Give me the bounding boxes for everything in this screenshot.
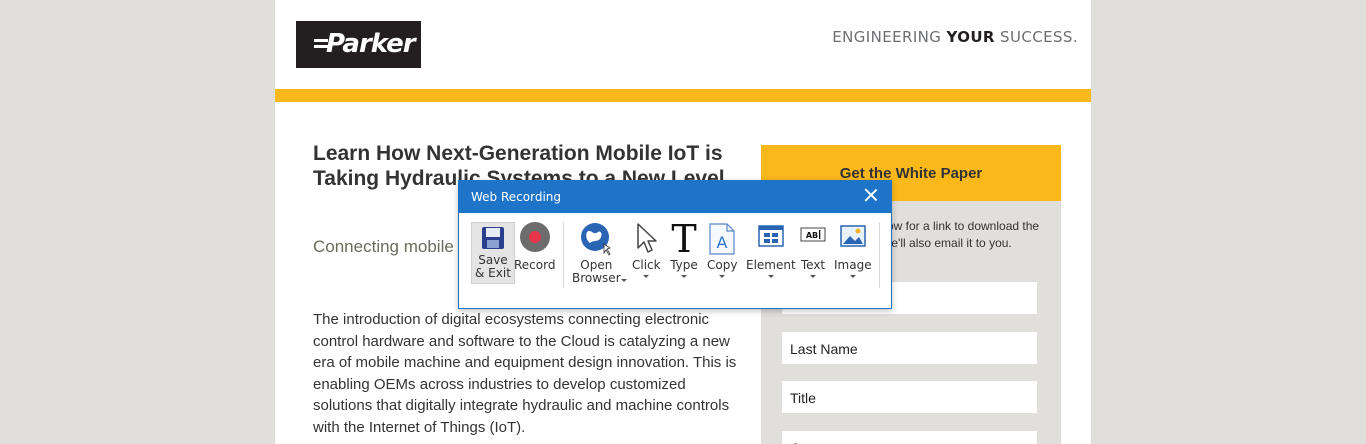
chevron-down-icon bbox=[620, 279, 627, 282]
chevron-down-icon bbox=[719, 275, 726, 278]
record-button[interactable]: Record bbox=[514, 222, 555, 272]
copy-icon: A bbox=[709, 223, 735, 255]
close-icon[interactable] bbox=[863, 187, 879, 203]
parker-logo[interactable]: Parker bbox=[296, 21, 421, 68]
svg-text:AB: AB bbox=[806, 231, 818, 240]
image-label: Image bbox=[834, 258, 872, 272]
type-label: Type bbox=[670, 258, 698, 272]
open-browser-label: Open Browser bbox=[572, 258, 621, 285]
text-capture-icon: AB bbox=[800, 227, 826, 242]
chevron-down-icon bbox=[643, 275, 650, 278]
type-icon: T bbox=[671, 222, 696, 256]
svg-text:A: A bbox=[717, 233, 728, 252]
click-button[interactable]: Click bbox=[632, 222, 661, 278]
element-label: Element bbox=[746, 258, 796, 272]
cursor-icon bbox=[637, 223, 658, 253]
save-exit-label: Save & Exit bbox=[475, 253, 511, 280]
element-icon bbox=[758, 225, 784, 247]
chevron-down-icon bbox=[810, 275, 816, 278]
toolbar-title: Web Recording bbox=[471, 190, 561, 204]
text-button[interactable]: AB Text bbox=[798, 222, 828, 278]
copy-button[interactable]: A Copy bbox=[707, 222, 737, 278]
header-divider bbox=[275, 89, 1091, 102]
save-icon bbox=[481, 227, 504, 249]
chevron-down-icon bbox=[849, 275, 856, 278]
copy-label: Copy bbox=[707, 258, 738, 272]
text-label: Text bbox=[800, 258, 826, 272]
record-icon bbox=[519, 222, 550, 252]
company-field[interactable]: Company bbox=[782, 431, 1037, 444]
type-button[interactable]: T Type bbox=[669, 222, 699, 278]
open-browser-button[interactable]: Open Browser bbox=[572, 222, 627, 285]
image-button[interactable]: Image bbox=[834, 222, 872, 278]
toolbar-titlebar: Web Recording bbox=[459, 181, 891, 213]
save-exit-button[interactable]: Save & Exit bbox=[471, 222, 515, 284]
globe-icon bbox=[581, 223, 612, 256]
last-name-field[interactable]: Last Name bbox=[782, 332, 1037, 364]
record-label: Record bbox=[514, 258, 556, 272]
tagline: ENGINEERING YOUR SUCCESS. bbox=[832, 28, 1078, 46]
svg-text:T: T bbox=[671, 222, 696, 256]
title-field[interactable]: Title bbox=[782, 381, 1037, 413]
toolbar-separator bbox=[879, 222, 880, 288]
image-icon bbox=[840, 225, 866, 247]
article-body: The introduction of digital ecosystems c… bbox=[313, 311, 737, 436]
click-label: Click bbox=[632, 258, 661, 272]
toolbar-separator bbox=[563, 222, 564, 288]
chevron-down-icon bbox=[767, 275, 774, 278]
chevron-down-icon bbox=[681, 275, 687, 278]
element-button[interactable]: Element bbox=[746, 222, 796, 278]
web-recording-toolbar: Web Recording Save & Exit Record Open Br… bbox=[458, 180, 892, 309]
logo-text: Parker bbox=[326, 29, 416, 59]
